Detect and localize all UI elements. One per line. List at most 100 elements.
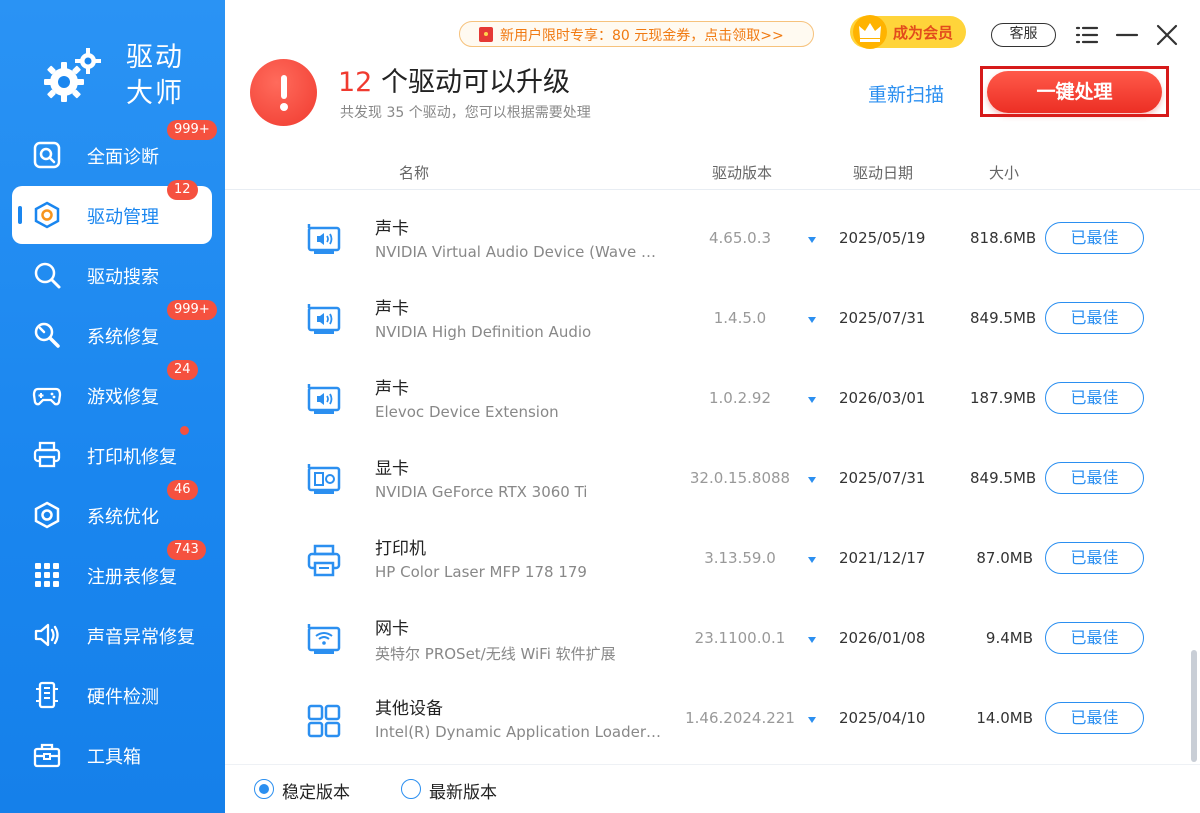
driver-category: 声卡 (375, 219, 409, 239)
promo-text: 新用户限时专享：80 元现金券，点击领取>> (500, 28, 784, 44)
printer-icon (33, 441, 61, 468)
app-name-line2: 大师 (126, 78, 184, 109)
sidebar-item-hardware-check[interactable]: 硬件检测 (12, 666, 212, 724)
status-button[interactable]: 已最佳 (1045, 702, 1144, 734)
driver-version: 1.0.2.92 (708, 389, 772, 407)
driver-version: 23.1100.0.1 (694, 629, 786, 647)
stable-version-label[interactable]: 稳定版本 (282, 778, 350, 803)
sidebar-item-driver-manage[interactable]: 驱动管理 12 (12, 180, 212, 244)
status-button[interactable]: 已最佳 (1045, 222, 1144, 254)
status-button[interactable]: 已最佳 (1045, 302, 1144, 334)
driver-date: 2025/07/31 (839, 309, 926, 327)
gear-logo-icon (44, 48, 101, 102)
app-logo: 驱动 大师 (40, 40, 210, 120)
version-dropdown-icon[interactable] (808, 477, 816, 483)
other-device-icon (307, 704, 341, 738)
active-indicator (18, 206, 22, 224)
count-badge: 999+ (167, 300, 217, 320)
sidebar-item-label: 声音异常修复 (87, 627, 195, 648)
gift-icon (479, 27, 493, 42)
version-dropdown-icon[interactable] (808, 317, 816, 323)
version-dropdown-icon[interactable] (808, 557, 816, 563)
driver-size: 818.6MB (970, 229, 1037, 247)
count-badge: 999+ (167, 120, 217, 140)
table-row: 声卡 Elevoc Device Extension 1.0.2.92 2026… (225, 360, 1185, 440)
driver-category: 其他设备 (375, 699, 443, 719)
driver-name: NVIDIA High Definition Audio (375, 323, 592, 341)
driver-category: 打印机 (375, 539, 426, 559)
stable-version-radio[interactable] (254, 779, 274, 799)
driver-date: 2025/07/31 (839, 469, 926, 487)
vip-button[interactable]: 成为会员 (850, 15, 966, 49)
sidebar-item-registry-repair[interactable]: 注册表修复 743 (12, 540, 212, 604)
page-title: 12 个驱动可以升级 (338, 60, 570, 99)
version-dropdown-icon[interactable] (808, 397, 816, 403)
driver-name: 英特尔 PROSet/无线 WiFi 软件扩展 (375, 645, 616, 663)
promo-banner[interactable]: 新用户限时专享：80 元现金券，点击领取>> (459, 21, 814, 47)
sound-card-icon (307, 304, 341, 334)
version-dropdown-icon[interactable] (808, 237, 816, 243)
sidebar-item-system-repair[interactable]: 系统修复 999+ (12, 300, 217, 364)
status-button[interactable]: 已最佳 (1045, 542, 1144, 574)
status-button[interactable]: 已最佳 (1045, 462, 1144, 494)
sidebar-item-label: 打印机修复 (87, 447, 177, 468)
count-badge: 24 (167, 360, 198, 380)
driver-version: 32.0.15.8088 (689, 469, 791, 487)
page-subtitle: 共发现 35 个驱动，您可以根据需要处理 (340, 105, 591, 121)
driver-size: 187.9MB (970, 389, 1037, 407)
table-row: 声卡 NVIDIA Virtual Audio Device (Wave Ex.… (225, 200, 1185, 280)
hardware-icon (36, 681, 58, 709)
sidebar-item-toolbox[interactable]: 工具箱 (12, 726, 212, 784)
driver-size: 849.5MB (970, 469, 1037, 487)
rescan-link[interactable]: 重新扫描 (868, 80, 944, 107)
crown-icon (853, 15, 887, 49)
sidebar-item-label: 硬件检测 (87, 687, 159, 708)
table-row: 网卡 英特尔 PROSet/无线 WiFi 软件扩展 23.1100.0.1 2… (225, 600, 1185, 680)
sidebar-item-label: 驱动管理 (87, 207, 159, 228)
customer-service-button[interactable]: 客服 (991, 23, 1056, 47)
driver-size: 87.0MB (976, 549, 1033, 567)
search-icon (34, 262, 61, 289)
sidebar: 驱动 大师 全面诊断 999+ 驱动管理 12 驱动搜索 系统修复 999+ 游… (0, 0, 225, 813)
diagnose-icon (33, 141, 61, 169)
sidebar-item-driver-search[interactable]: 驱动搜索 (12, 246, 212, 304)
status-button[interactable]: 已最佳 (1045, 382, 1144, 414)
sidebar-item-game-repair[interactable]: 游戏修复 24 (12, 360, 212, 424)
sidebar-item-diagnose[interactable]: 全面诊断 999+ (12, 120, 217, 184)
scrollbar-thumb[interactable] (1191, 650, 1197, 762)
status-button[interactable]: 已最佳 (1045, 622, 1144, 654)
app-name-line1: 驱动 (126, 42, 184, 73)
alert-icon (250, 59, 317, 126)
driver-size: 14.0MB (976, 709, 1033, 727)
driver-date: 2021/12/17 (839, 549, 926, 567)
sidebar-item-printer-repair[interactable]: 打印机修复 (12, 426, 212, 484)
driver-category: 声卡 (375, 379, 409, 399)
driver-date: 2026/03/01 (839, 389, 926, 407)
version-dropdown-icon[interactable] (808, 637, 816, 643)
graphics-card-icon (307, 464, 341, 494)
sidebar-item-sound-repair[interactable]: 声音异常修复 (12, 606, 212, 664)
optimize-icon (34, 501, 60, 529)
wrench-icon (34, 322, 60, 348)
version-dropdown-icon[interactable] (808, 717, 816, 723)
close-icon[interactable] (1154, 22, 1180, 48)
count-badge: 46 (167, 480, 198, 500)
count-badge: 743 (167, 540, 206, 560)
sidebar-item-system-optimize[interactable]: 系统优化 46 (12, 480, 212, 544)
notification-dot (180, 426, 189, 435)
sidebar-item-label: 全面诊断 (87, 147, 159, 168)
table-row: 显卡 NVIDIA GeForce RTX 3060 Ti 32.0.15.80… (225, 440, 1185, 520)
column-version: 驱动版本 (712, 164, 773, 182)
minimize-icon[interactable] (1114, 22, 1140, 48)
latest-version-label[interactable]: 最新版本 (429, 778, 497, 803)
driver-version: 4.65.0.3 (708, 229, 772, 247)
sidebar-item-label: 系统修复 (87, 327, 159, 348)
sound-card-icon (307, 384, 341, 414)
menu-icon[interactable] (1074, 22, 1100, 48)
one-click-process-button[interactable]: 一键处理 (987, 71, 1162, 113)
sidebar-item-label: 驱动搜索 (87, 267, 159, 288)
driver-version: 1.46.2024.221 (685, 709, 795, 727)
driver-name: Intel(R) Dynamic Application Loader H... (375, 723, 665, 741)
latest-version-radio[interactable] (401, 779, 421, 799)
driver-size: 849.5MB (970, 309, 1037, 327)
